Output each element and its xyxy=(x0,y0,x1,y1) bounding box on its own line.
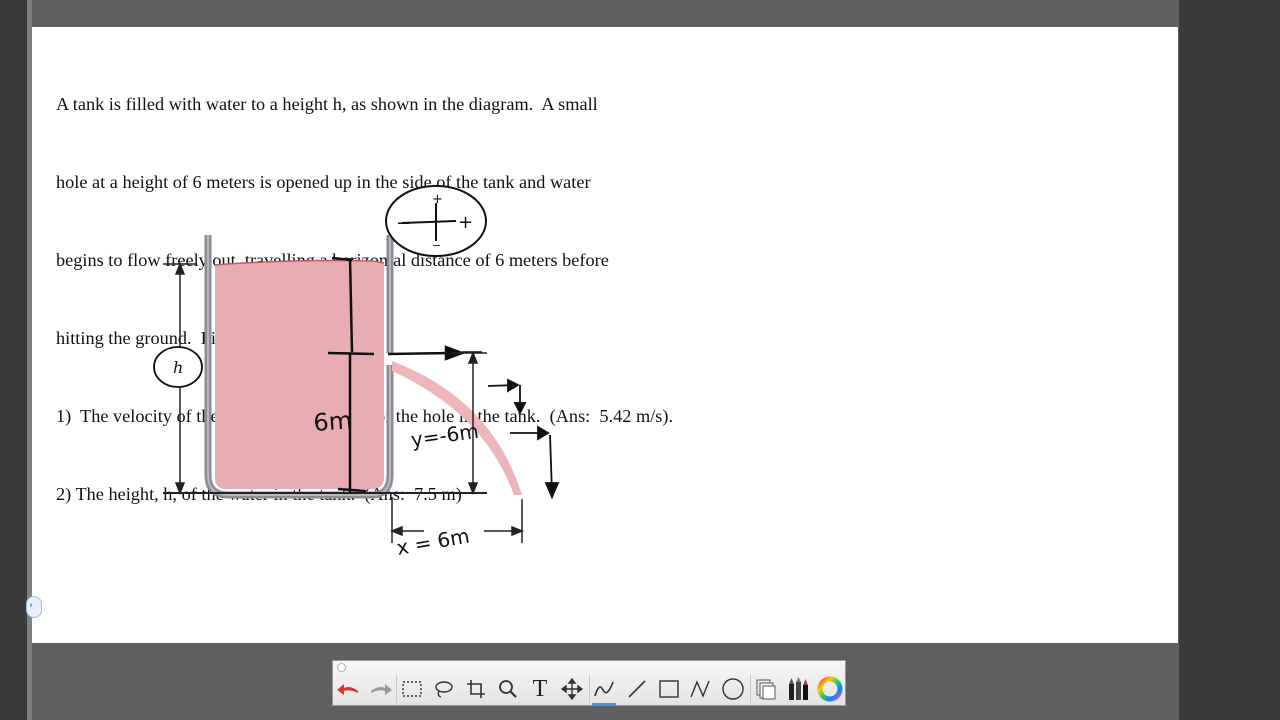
chevron-right-icon: › xyxy=(29,600,33,611)
h-label: h xyxy=(173,358,183,377)
rectangle-icon[interactable] xyxy=(655,675,683,703)
color-wheel-icon[interactable] xyxy=(816,675,844,703)
left-window-strip xyxy=(0,0,27,720)
markers-icon[interactable] xyxy=(784,675,812,703)
sign-minus-bottom: − xyxy=(432,239,441,252)
active-tool-indicator xyxy=(592,703,616,706)
x-label: x = 6m xyxy=(395,524,472,560)
sign-minus-left: − xyxy=(396,213,411,234)
undo-icon[interactable] xyxy=(335,675,363,703)
sign-plus-right: + xyxy=(458,212,473,233)
freehand-icon[interactable] xyxy=(687,675,715,703)
sign-plus-top: + xyxy=(432,192,443,207)
text-tool-glyph: T xyxy=(532,675,548,702)
toolbar-separator xyxy=(589,675,590,703)
y-label: y=-6m xyxy=(409,419,480,452)
jet-component-arrows xyxy=(487,378,560,500)
tank-diagram: h 6m y=-6m x = 6m + − + − xyxy=(153,185,560,560)
rect-select-icon[interactable] xyxy=(398,675,426,703)
whiteboard-page[interactable]: A tank is filled with water to a height … xyxy=(32,27,1178,643)
text-icon[interactable]: T xyxy=(526,675,554,703)
toolbar-separator xyxy=(750,675,751,703)
lasso-icon[interactable] xyxy=(430,675,458,703)
pen-icon[interactable] xyxy=(591,675,619,703)
zoom-icon[interactable] xyxy=(494,675,522,703)
stamp-icon[interactable] xyxy=(752,675,780,703)
side-panel-handle[interactable]: › xyxy=(26,596,42,618)
right-window-strip xyxy=(1179,0,1280,720)
toolbar-grip-icon[interactable] xyxy=(337,663,346,672)
drawing-toolbar: T xyxy=(332,660,846,706)
toolbar-separator xyxy=(396,675,397,703)
line-icon[interactable] xyxy=(623,675,651,703)
crop-icon[interactable] xyxy=(462,675,490,703)
hole-height-label: 6m xyxy=(312,406,353,437)
redo-icon[interactable] xyxy=(366,675,394,703)
move-icon[interactable] xyxy=(558,675,586,703)
ellipse-icon[interactable] xyxy=(719,675,747,703)
water xyxy=(215,260,384,489)
